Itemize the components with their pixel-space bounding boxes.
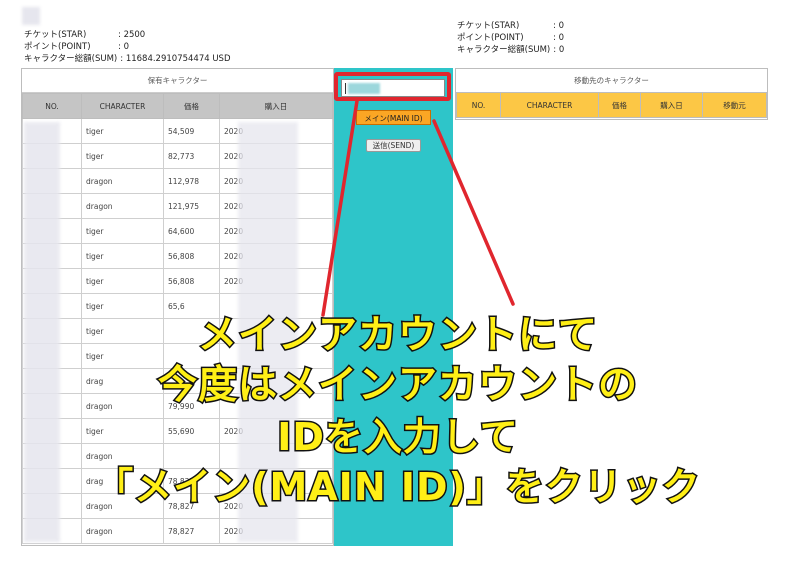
arrow-line-to-input [321, 99, 359, 317]
caption-line-4: 「メイン(MAIN ID)」をクリック [94, 464, 702, 511]
arrow-line-to-button [432, 119, 515, 306]
caption-line-1: メインアカウントにて [196, 312, 598, 360]
caption-line-3: IDを入力して [276, 414, 520, 461]
caption-line-2: 今度はメインアカウントの [156, 362, 638, 410]
